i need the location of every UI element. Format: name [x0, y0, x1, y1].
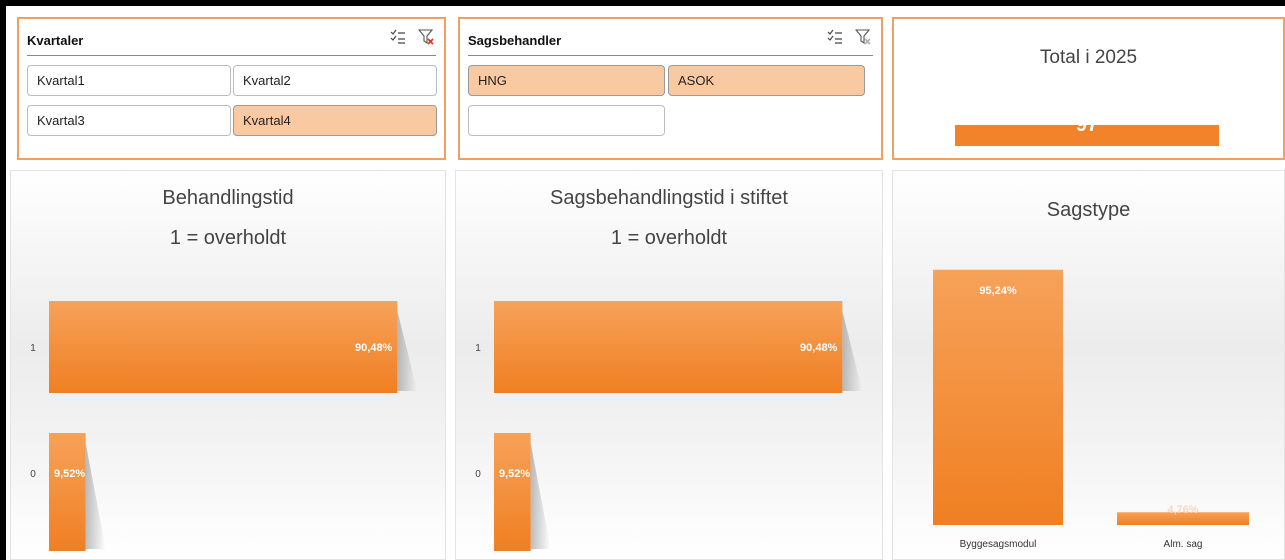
bar	[49, 301, 398, 393]
total-card: Total i 2025 97	[892, 17, 1285, 160]
total-title: Total i 2025	[1039, 47, 1138, 68]
clear-filter-icon[interactable]	[855, 29, 871, 45]
slicer-item-kvartal4[interactable]: Kvartal4	[233, 105, 437, 136]
slicer-sagsbehandler-title: Sagsbehandler	[468, 33, 562, 48]
category-label: 1	[475, 343, 481, 354]
multi-select-icon[interactable]	[827, 29, 843, 45]
category-label: 0	[475, 469, 481, 480]
bar	[49, 433, 86, 551]
slicer-item-asok[interactable]: ASOK	[668, 65, 865, 96]
category-label: Byggesagsmodul	[960, 539, 1037, 550]
slicer-item-kvartal3[interactable]: Kvartal3	[27, 105, 231, 136]
bar-shadow	[842, 311, 863, 391]
chart-sagstype: 95,24% Byggesagsmodul 4,76% Alm. sag	[933, 269, 1249, 550]
category-label: Alm. sag	[1164, 539, 1203, 550]
multi-select-icon[interactable]	[390, 29, 406, 45]
bar	[933, 269, 1063, 525]
total-value: 97	[1075, 114, 1099, 136]
data-label: 90,48%	[355, 342, 393, 354]
slicer-item-blank[interactable]	[468, 105, 665, 136]
chart-panel-sagsbehandlingstid: Sagsbehandlingstid i stiftet 1 = overhol…	[455, 170, 883, 560]
slicer-sagsbehandler-header: Sagsbehandler	[468, 27, 873, 56]
bar-shadow	[85, 443, 106, 549]
slicer-sagsbehandler: Sagsbehandler HNG ASOK	[458, 17, 883, 160]
bar-shadow	[530, 443, 551, 549]
slicer-kvartaler-header: Kvartaler	[27, 27, 436, 56]
bar	[494, 301, 843, 393]
data-label: 9,52%	[499, 468, 530, 480]
data-label: 9,52%	[54, 468, 85, 480]
clear-filter-icon[interactable]	[418, 29, 434, 45]
slicer-kvartaler-title: Kvartaler	[27, 33, 84, 48]
chart-sagsbehandlingstid: 90,48% 1 9,52% 0	[475, 301, 863, 551]
category-label: 0	[30, 469, 36, 480]
slicer-item-hng[interactable]: HNG	[468, 65, 665, 96]
data-label: 90,48%	[800, 342, 838, 354]
slicer-item-kvartal1[interactable]: Kvartal1	[27, 65, 231, 96]
bar	[494, 433, 531, 551]
chart-panel-sagstype: Sagstype 95,24% Byggesagsmodul 4,76% Alm. s…	[892, 170, 1285, 560]
chart-behandlingstid: 90,48% 1 9,52% 0	[30, 301, 418, 551]
data-label: 4,76%	[1167, 504, 1198, 516]
slicer-kvartaler: Kvartaler Kvartal1 Kvartal2 Kvartal3 Kva…	[17, 17, 446, 160]
dashboard-canvas: Kvartaler Kvartal1 Kvartal2 Kvartal3 Kva…	[6, 6, 1285, 560]
slicer-item-kvartal2[interactable]: Kvartal2	[233, 65, 437, 96]
chart-panel-behandlingstid: Behandlingstid 1 = overholdt 90,48% 1 9,52…	[10, 170, 446, 560]
bar-shadow	[397, 311, 418, 391]
data-label: 95,24%	[979, 285, 1017, 297]
category-label: 1	[30, 343, 36, 354]
